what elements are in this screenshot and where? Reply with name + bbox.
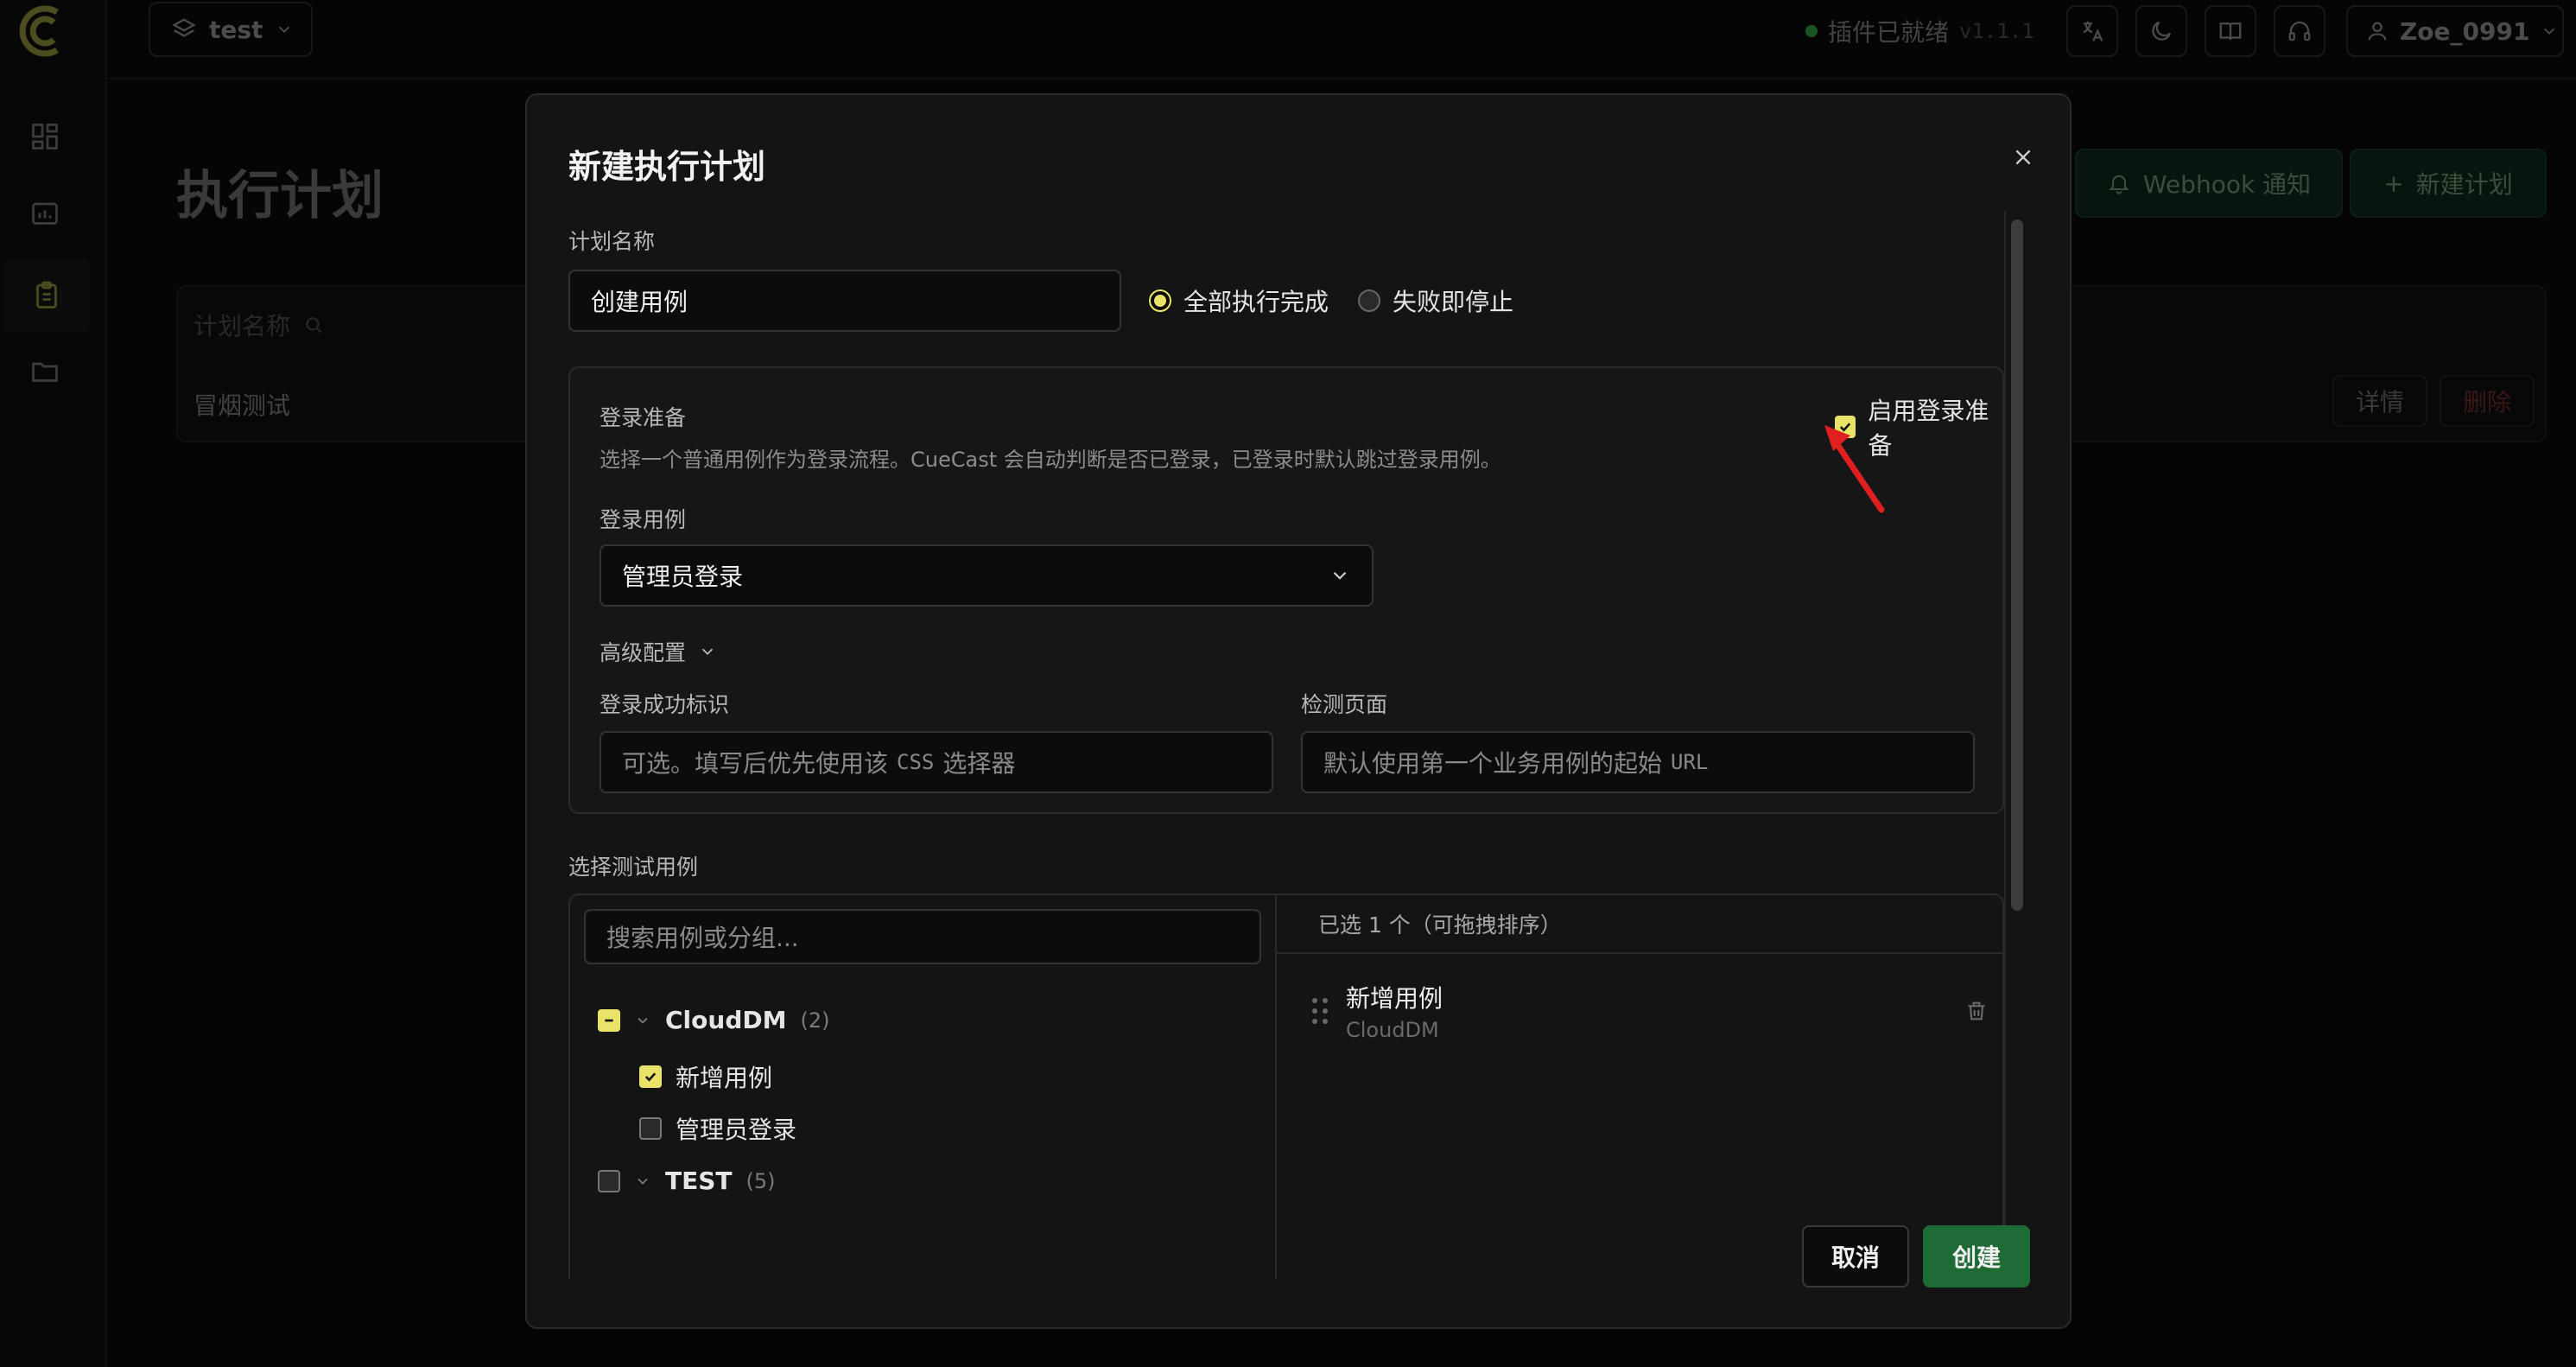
radio-label: 全部执行完成 xyxy=(1183,288,1329,316)
group-checkbox[interactable] xyxy=(598,1008,620,1032)
chevron-down-icon[interactable] xyxy=(634,1012,651,1029)
strategy-radio-group: 全部执行完成 失败即停止 xyxy=(1149,283,1513,318)
close-button[interactable] xyxy=(2002,137,2044,178)
placeholder-code: CSS xyxy=(897,750,935,774)
close-icon xyxy=(2015,149,2031,165)
radio-stop-on-fail[interactable]: 失败即停止 xyxy=(1358,283,1513,318)
item-checkbox[interactable] xyxy=(639,1117,662,1140)
login-case-value: 管理员登录 xyxy=(622,563,744,591)
scrollbar-thumb[interactable] xyxy=(2011,219,2023,911)
placeholder-text: 可选。填写后优先使用该 xyxy=(622,749,889,778)
group-checkbox[interactable] xyxy=(598,1169,620,1192)
chevron-down-icon[interactable] xyxy=(634,1173,651,1190)
success-marker-label: 登录成功标识 xyxy=(600,692,730,717)
detect-page-input[interactable]: 默认使用第一个业务用例的起始 URL xyxy=(1301,731,1975,793)
tree-item[interactable]: 新增用例 xyxy=(639,1059,772,1094)
selected-case-group: CloudDM xyxy=(1346,1018,1439,1042)
item-name: 管理员登录 xyxy=(676,1116,797,1144)
cases-picker: 搜索用例或分组... CloudDM (2) 新增用例 管理员登录 TEST (… xyxy=(568,893,2004,1279)
plan-name-label: 计划名称 xyxy=(568,229,656,254)
plan-name-input[interactable]: 创建用例 xyxy=(568,270,1121,332)
selected-cases-panel: 已选 1 个（可拖拽排序） 新增用例 CloudDM xyxy=(1277,895,2002,1279)
trash-icon[interactable] xyxy=(1964,999,1989,1023)
cancel-button[interactable]: 取消 xyxy=(1802,1225,1909,1288)
chevron-down-icon xyxy=(1333,571,1347,580)
login-prep-section: 登录准备 选择一个普通用例作为登录流程。CueCast 会自动判断是否已登录，已… xyxy=(568,366,2004,814)
detect-page-label: 检测页面 xyxy=(1301,692,1388,717)
group-name: CloudDM xyxy=(665,1006,787,1034)
radio-label: 失败即停止 xyxy=(1393,288,1514,316)
tree-item[interactable]: 管理员登录 xyxy=(639,1111,796,1146)
create-button[interactable]: 创建 xyxy=(1923,1225,2030,1288)
login-case-label: 登录用例 xyxy=(600,507,687,532)
minus-icon xyxy=(605,1019,613,1021)
radio-indicator xyxy=(1149,289,1171,312)
item-name: 新增用例 xyxy=(676,1064,773,1092)
selected-case-item[interactable]: 新增用例 CloudDM xyxy=(1298,973,1985,1049)
selected-case-name: 新增用例 xyxy=(1346,984,1443,1013)
advanced-config-label: 高级配置 xyxy=(600,640,687,665)
tree-group-clouddm[interactable]: CloudDM (2) xyxy=(598,1006,829,1034)
group-count: (5) xyxy=(746,1168,776,1193)
tree-group-test[interactable]: TEST (5) xyxy=(598,1167,776,1195)
login-case-select[interactable]: 管理员登录 xyxy=(600,544,1374,607)
radio-run-all[interactable]: 全部执行完成 xyxy=(1149,283,1329,318)
radio-indicator xyxy=(1358,289,1381,312)
new-plan-dialog: 新建执行计划 计划名称 创建用例 全部执行完成 失败即停止 登录准备 选择一个普… xyxy=(525,93,2072,1329)
advanced-config-toggle[interactable]: 高级配置 xyxy=(600,636,717,667)
success-marker-input[interactable]: 可选。填写后优先使用该 CSS 选择器 xyxy=(600,731,1273,793)
placeholder-text: 默认使用第一个业务用例的起始 xyxy=(1323,749,1663,778)
placeholder-code: URL xyxy=(1671,750,1709,774)
case-search-input[interactable]: 搜索用例或分组... xyxy=(584,909,1261,964)
select-cases-label: 选择测试用例 xyxy=(568,855,699,880)
group-count: (2) xyxy=(800,1008,830,1033)
placeholder-text: 选择器 xyxy=(942,749,1016,778)
annotation-arrow xyxy=(1824,425,1885,513)
login-prep-title: 登录准备 xyxy=(600,405,687,430)
group-name: TEST xyxy=(665,1167,733,1195)
check-icon xyxy=(644,1072,657,1082)
login-prep-description: 选择一个普通用例作为登录流程。CueCast 会自动判断是否已登录，已登录时默认… xyxy=(600,448,1501,472)
item-checkbox[interactable] xyxy=(639,1065,662,1088)
chevron-down-icon xyxy=(701,648,714,656)
selected-header: 已选 1 个（可拖拽排序） xyxy=(1277,895,2002,954)
dialog-title: 新建执行计划 xyxy=(568,148,766,186)
cases-tree-panel: 搜索用例或分组... CloudDM (2) 新增用例 管理员登录 TEST (… xyxy=(570,895,1277,1279)
drag-handle-icon[interactable] xyxy=(1310,995,1330,1027)
